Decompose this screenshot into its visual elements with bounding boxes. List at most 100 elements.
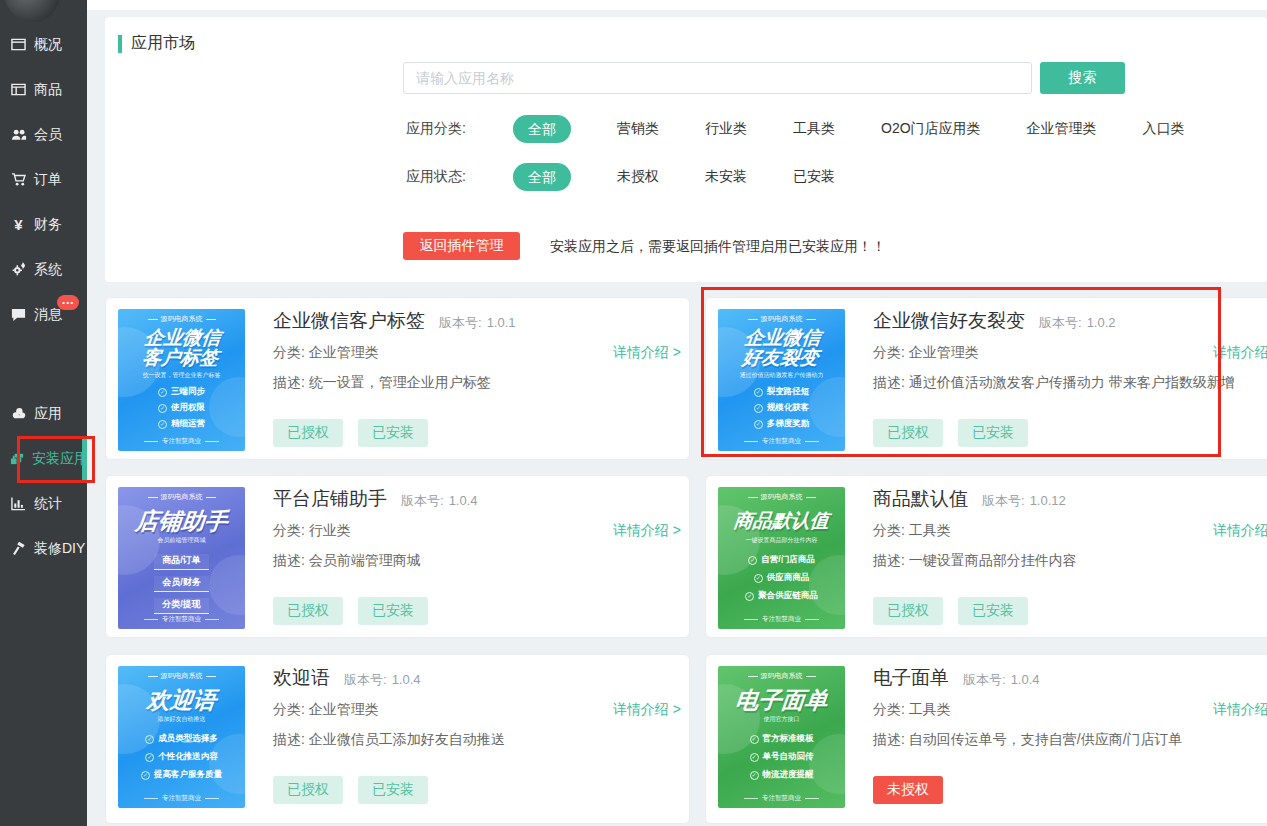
filter-option[interactable]: 企业管理类 [1027, 120, 1097, 138]
avatar[interactable] [5, 0, 60, 22]
thumb-footer: 专注智慧商业 [718, 615, 845, 624]
app-desc: 描述: 一键设置商品部分挂件内容 [873, 552, 1077, 570]
app-card: 源码电商系统 电子面单 使用官方接口 ✓官方标准模板 ✓单号自动回传 ✓物流进度… [705, 654, 1267, 824]
users-icon [10, 127, 27, 142]
filter-option[interactable]: O2O门店应用类 [881, 120, 981, 138]
filter-option[interactable]: 未授权 [617, 168, 659, 186]
check-icon: ✓ [158, 388, 167, 397]
sidebar-item-members[interactable]: 会员 [0, 112, 87, 157]
sidebar-item-system[interactable]: 系统 [0, 247, 87, 292]
app-version: 版本号:1.0.4 [344, 671, 421, 689]
app-card: 源码电商系统 企业微信客户标签 统一设置，管理企业客户标签 ✓三端同步 ✓使用权… [105, 297, 690, 460]
app-title: 欢迎语 [273, 665, 330, 691]
check-icon: ✓ [748, 556, 757, 565]
installed-button[interactable]: 已安装 [358, 776, 428, 804]
app-thumbnail: 源码电商系统 店铺助手 会员前端管理商城 商品/订单 会员/财务 分类/提现 专… [118, 487, 245, 629]
filter-row-category: 应用分类: 全部 营销类 行业类 工具类 O2O门店应用类 企业管理类 入口类 [406, 115, 1185, 143]
filter-option[interactable]: 入口类 [1143, 120, 1185, 138]
filter-option-all[interactable]: 全部 [513, 163, 571, 191]
detail-link[interactable]: 详情介绍 > [613, 344, 681, 362]
installed-button[interactable]: 已安装 [358, 597, 428, 625]
app-category: 分类: 工具类 [873, 522, 951, 540]
back-to-plugins-button[interactable]: 返回插件管理 [403, 232, 520, 260]
check-icon: ✓ [145, 753, 154, 762]
filter-option[interactable]: 行业类 [705, 120, 747, 138]
top-bar [87, 0, 1267, 10]
app-category: 分类: 企业管理类 [273, 701, 379, 719]
installed-button[interactable]: 已安装 [958, 419, 1028, 447]
detail-link[interactable]: 详情介绍 > [613, 522, 681, 540]
app-desc: 描述: 会员前端管理商城 [273, 552, 421, 570]
check-icon: ✓ [750, 735, 759, 744]
check-icon: ✓ [145, 735, 154, 744]
authorized-button[interactable]: 已授权 [273, 776, 343, 804]
filter-option[interactable]: 营销类 [617, 120, 659, 138]
app-title: 企业微信好友裂变 [873, 308, 1025, 334]
check-icon: ✓ [158, 420, 167, 429]
sidebar-item-install-app[interactable]: 安装应用 [0, 436, 87, 481]
detail-link[interactable]: 详情介绍 > [1213, 344, 1267, 362]
thumb-brand: 源码电商系统 [118, 671, 245, 681]
app-thumbnail: 源码电商系统 欢迎语 添加好友自动推送 ✓成员类型选择多 ✓个性化推送内容 ✓提… [118, 666, 245, 808]
thumb-brand: 源码电商系统 [118, 492, 245, 502]
sidebar-item-goods[interactable]: 商品 [0, 67, 87, 112]
check-icon: ✓ [754, 404, 763, 413]
thumb-footer: 专注智慧商业 [118, 794, 245, 803]
installed-button[interactable]: 已安装 [358, 419, 428, 447]
filter-option[interactable]: 未安装 [705, 168, 747, 186]
authorized-button[interactable]: 已授权 [873, 419, 943, 447]
authorized-button[interactable]: 已授权 [273, 419, 343, 447]
thumb-brand: 源码电商系统 [718, 492, 845, 502]
app-category: 分类: 工具类 [873, 701, 951, 719]
check-icon: ✓ [750, 753, 759, 762]
app-card: 源码电商系统 店铺助手 会员前端管理商城 商品/订单 会员/财务 分类/提现 专… [105, 475, 690, 638]
app-category: 分类: 企业管理类 [273, 344, 379, 362]
thumb-footer: 专注智慧商业 [118, 615, 245, 624]
unauthorized-button[interactable]: 未授权 [873, 776, 943, 804]
installed-button[interactable]: 已安装 [958, 597, 1028, 625]
authorized-button[interactable]: 已授权 [273, 597, 343, 625]
search-button[interactable]: 搜索 [1040, 62, 1125, 94]
check-icon: ✓ [158, 404, 167, 413]
thumb-footer: 专注智慧商业 [718, 437, 845, 446]
app-title: 平台店铺助手 [273, 486, 387, 512]
thumb-brand: 源码电商系统 [118, 314, 245, 324]
sidebar-item-apps[interactable]: 应用 [0, 391, 87, 436]
authorized-button[interactable]: 已授权 [873, 597, 943, 625]
app-desc: 描述: 自动回传运单号，支持自营/供应商/门店订单 [873, 731, 1183, 749]
sidebar: 概况 商品 会员 订单 ¥ 财务 系统 消息 ... 应用 [0, 0, 87, 826]
filter-option[interactable]: 已安装 [793, 168, 835, 186]
hammer-icon [10, 541, 27, 556]
sidebar-item-overview[interactable]: 概况 [0, 22, 87, 67]
detail-link[interactable]: 详情介绍 > [1213, 522, 1267, 540]
search-input[interactable] [403, 62, 1032, 94]
app-title: 电子面单 [873, 665, 949, 691]
app-card: 源码电商系统 商品默认值 一键设置商品部分挂件内容 ✓自营/门店商品 ✓供应商商… [705, 475, 1267, 638]
sidebar-item-diy[interactable]: 装修DIY [0, 526, 87, 571]
check-icon: ✓ [754, 388, 763, 397]
notice-text: 安装应用之后，需要返回插件管理启用已安装应用！！ [550, 232, 886, 260]
detail-link[interactable]: 详情介绍 > [613, 701, 681, 719]
app-version: 版本号:1.0.4 [401, 492, 478, 510]
check-icon: ✓ [754, 420, 763, 429]
detail-link[interactable]: 详情介绍 > [1213, 701, 1267, 719]
apps-icon [10, 406, 27, 421]
bar-chart-icon [10, 496, 27, 511]
thumb-brand: 源码电商系统 [718, 671, 845, 681]
app-version: 版本号:1.0.1 [439, 314, 516, 332]
gears-icon [10, 262, 27, 277]
filter-option[interactable]: 工具类 [793, 120, 835, 138]
sidebar-item-finance[interactable]: ¥ 财务 [0, 202, 87, 247]
sidebar-item-orders[interactable]: 订单 [0, 157, 87, 202]
filter-option-all[interactable]: 全部 [513, 115, 571, 143]
filter-row-status: 应用状态: 全部 未授权 未安装 已安装 [406, 163, 835, 191]
app-desc: 描述: 通过价值活动激发客户传播动力 带来客户指数级新增 [873, 374, 1235, 392]
app-thumbnail: 源码电商系统 商品默认值 一键设置商品部分挂件内容 ✓自营/门店商品 ✓供应商商… [718, 487, 845, 629]
app-version: 版本号:1.0.4 [963, 671, 1040, 689]
sidebar-item-stats[interactable]: 统计 [0, 481, 87, 526]
app-title: 企业微信客户标签 [273, 308, 425, 334]
install-app-icon [10, 451, 25, 466]
thumb-brand: 源码电商系统 [718, 314, 845, 324]
goods-icon [10, 82, 27, 97]
app-version: 版本号:1.0.2 [1039, 314, 1116, 332]
